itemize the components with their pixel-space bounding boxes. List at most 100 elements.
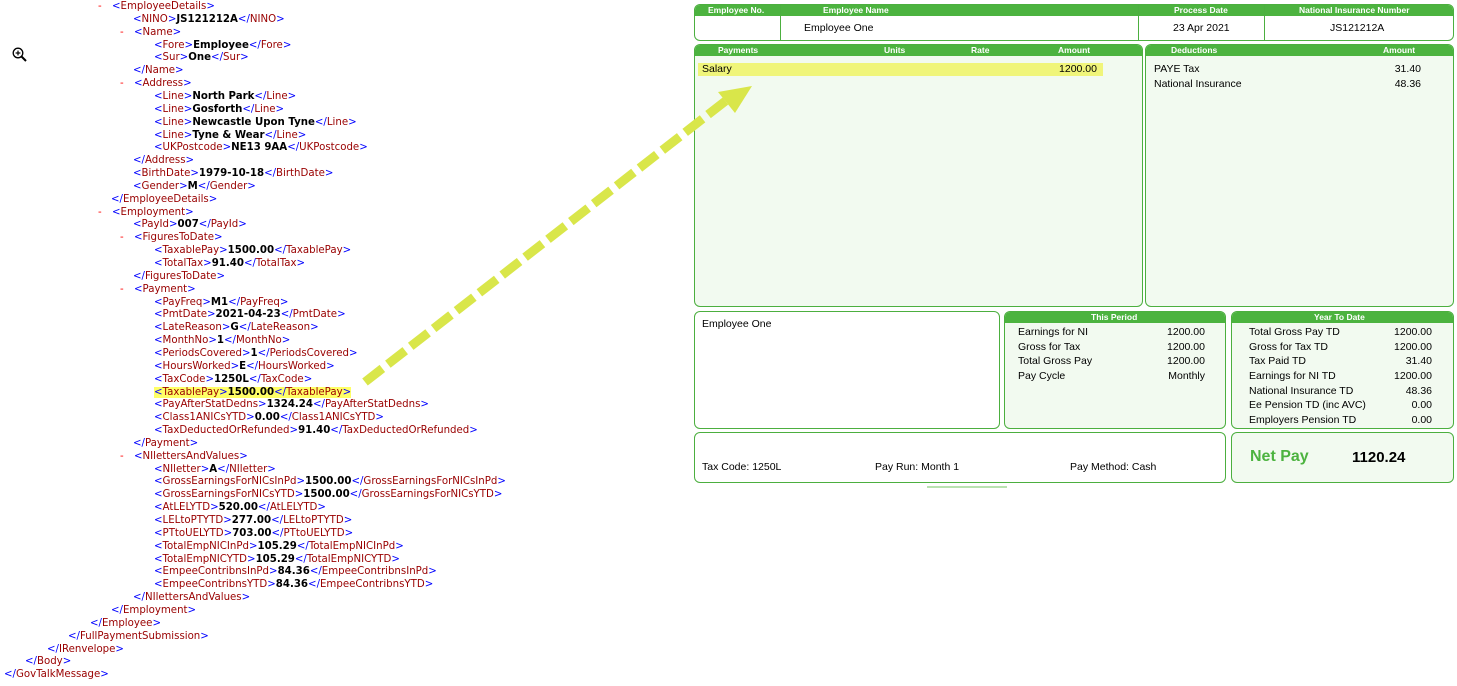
collapse-toggle[interactable]: -: [120, 77, 134, 90]
xml-line: </Employment>: [111, 604, 197, 616]
xml-line: <PayAfterStatDedns>1324.24</PayAfterStat…: [154, 399, 429, 411]
deduction-row-desc: PAYE Tax: [1154, 63, 1200, 75]
payslip-header: Employee No. Employee Name Process Date …: [694, 4, 1454, 41]
collapse-toggle[interactable]: -: [120, 283, 134, 296]
ytd-label: National Insurance TD: [1249, 385, 1354, 397]
ytd-label: Employers Pension TD: [1249, 414, 1357, 426]
xml-line: <TotalTax>91.40</TotalTax>: [154, 258, 306, 269]
deduction-row-amount: 31.40: [1394, 63, 1421, 75]
header-label-ni-number: National Insurance Number: [1299, 5, 1410, 15]
deduction-row-amount: 48.36: [1394, 78, 1421, 90]
ytd-value: 1200.00: [1394, 341, 1432, 353]
this-period-value: Monthly: [1168, 370, 1205, 382]
this-period-label: Earnings for NI: [1018, 326, 1089, 338]
ytd-value: 1200.00: [1394, 370, 1432, 382]
employee-address-block: Employee One: [694, 311, 1000, 429]
copyright-text-blur: [927, 486, 1007, 488]
xml-line: <PTtoUELYTD>703.00</PTtoUELYTD>: [154, 527, 354, 539]
ytd-label: Total Gross Pay TD: [1249, 326, 1340, 338]
collapse-toggle[interactable]: -: [98, 206, 112, 219]
collapse-toggle[interactable]: -: [120, 450, 134, 463]
employee-block-name: Employee One: [702, 318, 772, 330]
xml-line: <EmpeeContribnsYTD>84.36</EmpeeContribns…: [154, 579, 434, 591]
net-pay-value: 1120.24: [1352, 449, 1406, 466]
xml-line: <Line>Gosforth</Line>: [154, 103, 285, 115]
ytd-label: Earnings for NI TD: [1249, 370, 1336, 382]
xml-line: <PmtDate>2021-04-23</PmtDate>: [154, 309, 346, 321]
this-period-title: This Period: [1091, 312, 1138, 322]
zoom-in-icon[interactable]: [11, 46, 29, 64]
this-period-panel: This Period Earnings for NI 1200.00 Gros…: [1004, 311, 1226, 429]
ytd-label: Ee Pension TD (inc AVC): [1249, 399, 1366, 411]
header-label-process-date: Process Date: [1174, 5, 1228, 15]
xml-line: <BirthDate>1979-10-18</BirthDate>: [133, 168, 334, 180]
ytd-value: 31.40: [1405, 355, 1432, 367]
xml-line: <PeriodsCovered>1</PeriodsCovered>: [154, 347, 358, 359]
xml-line: <GrossEarningsForNICsYTD>1500.00</GrossE…: [154, 489, 503, 501]
ytd-label: Gross for Tax TD: [1249, 341, 1328, 353]
xml-line: <Gender>M</Gender>: [133, 180, 256, 192]
payslip-footer: Tax Code: 1250L Pay Run: Month 1 Pay Met…: [694, 432, 1226, 483]
payments-col-payments: Payments: [718, 45, 759, 55]
xml-line[interactable]: - <Payment>: [120, 283, 196, 296]
xml-line[interactable]: - <FiguresToDate>: [120, 231, 223, 244]
xml-line: <Sur>One</Sur>: [154, 52, 249, 64]
xml-line: <Class1ANICsYTD>0.00</Class1ANICsYTD>: [154, 412, 384, 424]
xml-line: <PayId>007</PayId>: [133, 219, 247, 231]
xml-line[interactable]: - <NIlettersAndValues>: [120, 450, 248, 463]
payments-col-rate: Rate: [971, 45, 990, 55]
xml-line: </FiguresToDate>: [133, 270, 225, 282]
payment-row-amount: 1200.00: [1059, 63, 1097, 75]
net-pay-panel: Net Pay 1120.24: [1231, 432, 1454, 483]
tax-code: Tax Code: 1250L: [702, 461, 782, 473]
xml-line: <Fore>Employee</Fore>: [154, 39, 292, 51]
header-label-emp-no: Employee No.: [708, 5, 765, 15]
xml-line: </EmployeeDetails>: [111, 193, 218, 205]
collapse-toggle[interactable]: -: [120, 26, 134, 39]
xml-line: </Body>: [25, 656, 72, 668]
ytd-value: 48.36: [1405, 385, 1432, 397]
xml-line[interactable]: - <Address>: [120, 77, 192, 90]
xml-line: <EmpeeContribnsInPd>84.36</EmpeeContribn…: [154, 566, 437, 578]
xml-line: </Employee>: [90, 617, 161, 629]
xml-line: <TaxablePay>1500.00</TaxablePay>: [154, 245, 352, 257]
deduction-row-desc: National Insurance: [1154, 78, 1242, 90]
xml-line: <TotalEmpNICInPd>105.29</TotalEmpNICInPd…: [154, 540, 404, 552]
xml-line: </FullPaymentSubmission>: [68, 630, 209, 642]
ni-number-value: JS121212A: [1330, 22, 1385, 34]
this-period-value: 1200.00: [1167, 326, 1205, 338]
copyright-footer: [927, 485, 1007, 491]
xml-tree-view: - <EmployeeDetails> <NINO>JS121212A</NINO>…: [0, 0, 680, 686]
xml-line[interactable]: - <Name>: [120, 26, 181, 39]
xml-line: </Name>: [133, 65, 184, 77]
xml-line: <LateReason>G</LateReason>: [154, 322, 319, 334]
xml-line: <Line>Newcastle Upon Tyne</Line>: [154, 116, 357, 128]
ytd-label: Tax Paid TD: [1249, 355, 1306, 367]
xml-line: </GovTalkMessage>: [4, 669, 109, 681]
xml-highlight: <TaxablePay>1500.00</TaxablePay>: [154, 386, 352, 398]
collapse-toggle[interactable]: -: [120, 231, 134, 244]
xml-line: <NINO>JS121212A</NINO>: [133, 13, 285, 25]
header-label-emp-name: Employee Name: [823, 5, 889, 15]
this-period-label: Total Gross Pay: [1018, 355, 1093, 367]
ytd-value: 0.00: [1411, 399, 1432, 411]
deductions-panel: Deductions Amount PAYE Tax 31.40 Nationa…: [1145, 44, 1454, 307]
xml-line: </Payment>: [133, 437, 199, 449]
xml-line[interactable]: - <Employment>: [98, 206, 194, 219]
xml-line: <LELtoPTYTD>277.00</LELtoPTYTD>: [154, 515, 353, 526]
ytd-value: 0.00: [1411, 414, 1432, 426]
xml-line[interactable]: - <EmployeeDetails>: [98, 0, 215, 13]
collapse-toggle[interactable]: -: [98, 0, 112, 13]
xml-line: <NIletter>A</NIletter>: [154, 463, 276, 475]
pay-run: Pay Run: Month 1: [875, 461, 960, 473]
xml-line: <TaxDeductedOrRefunded>91.40</TaxDeducte…: [154, 425, 478, 437]
deductions-col-amount: Amount: [1383, 45, 1416, 55]
payments-panel: Payments Units Rate Amount Salary 1200.0…: [694, 44, 1143, 307]
xml-line: <GrossEarningsForNICsInPd>1500.00</Gross…: [154, 476, 506, 488]
ytd-title: Year To Date: [1314, 312, 1365, 322]
xml-line: </IRenvelope>: [47, 643, 124, 655]
xml-line: <HoursWorked>E</HoursWorked>: [154, 360, 335, 372]
year-to-date-panel: Year To Date Total Gross Pay TD 1200.00 …: [1231, 311, 1454, 429]
this-period-label: Gross for Tax: [1018, 341, 1081, 353]
xml-line: </NIlettersAndValues>: [133, 592, 251, 604]
